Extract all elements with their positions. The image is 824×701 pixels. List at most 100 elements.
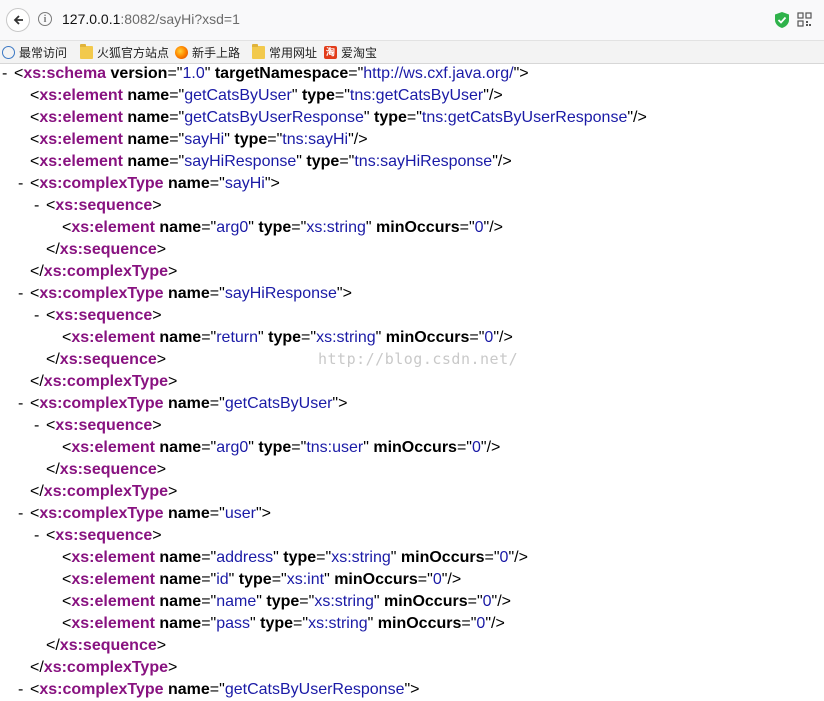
xml-tag-name: xs:element xyxy=(71,593,155,610)
xml-punct: =" xyxy=(299,593,315,610)
collapse-toggle[interactable]: - xyxy=(18,283,23,305)
collapse-toggle[interactable]: - xyxy=(2,63,7,85)
xml-attr-name: minOccurs xyxy=(400,549,485,566)
xml-punct: < xyxy=(46,197,56,214)
xml-attr-name: type xyxy=(268,329,302,346)
xml-punct: < xyxy=(62,329,72,346)
xml-punct: =" xyxy=(201,439,217,456)
firefox-icon xyxy=(175,46,188,59)
bookmark-common-sites[interactable]: 常用网址 xyxy=(252,44,317,61)
xml-attr-name: name xyxy=(159,571,202,588)
xml-attr-value: xs:string xyxy=(308,615,368,632)
xml-attr-value: 0 xyxy=(471,439,481,456)
xml-punct: =" xyxy=(201,219,217,236)
url-bar[interactable]: 127.0.0.1:8082/sayHi?xsd=1 xyxy=(62,11,240,27)
collapse-toggle[interactable]: - xyxy=(34,195,39,217)
collapse-toggle[interactable]: - xyxy=(34,525,39,547)
xml-punct: < xyxy=(30,153,40,170)
xml-attr-name: type xyxy=(283,549,317,566)
xml-punct: " xyxy=(390,549,401,566)
xml-tag-name: xs:complexType xyxy=(43,659,168,676)
xml-punct: > xyxy=(156,637,167,654)
xml-punct: "> xyxy=(264,175,280,192)
xml-attr-value: tns:user xyxy=(306,439,364,456)
xml-tag-name: xs:complexType xyxy=(39,505,164,522)
xml-punct: < xyxy=(46,417,56,434)
xml-punct: =" xyxy=(301,329,317,346)
xml-punct: </ xyxy=(46,461,60,478)
xml-tag-name: xs:schema xyxy=(23,65,107,82)
xml-punct: =" xyxy=(456,439,472,456)
xml-punct: =" xyxy=(467,593,483,610)
xml-punct: < xyxy=(30,109,40,126)
xml-punct: "> xyxy=(404,681,420,698)
xml-punct: =" xyxy=(167,65,183,82)
xml-punct: =" xyxy=(406,109,422,126)
xml-punct: =" xyxy=(201,593,217,610)
collapse-toggle[interactable]: - xyxy=(18,503,23,525)
xml-punct: "/> xyxy=(348,131,368,148)
xml-attr-name: type xyxy=(260,615,294,632)
bookmark-most-visited[interactable]: 最常访问 xyxy=(2,44,67,61)
browser-toolbar: i 127.0.0.1:8082/sayHi?xsd=1 xyxy=(0,0,824,41)
xml-punct: =" xyxy=(293,615,309,632)
xml-attr-value: arg0 xyxy=(216,439,249,456)
xml-punct: "> xyxy=(336,285,352,302)
xml-attr-value: tns:sayHi xyxy=(282,131,349,148)
xml-punct: =" xyxy=(461,615,477,632)
collapse-toggle[interactable]: - xyxy=(18,173,23,195)
xml-punct: =" xyxy=(469,329,485,346)
collapse-toggle[interactable]: - xyxy=(18,679,23,701)
xml-attr-value: return xyxy=(216,329,259,346)
back-button[interactable] xyxy=(6,8,30,32)
collapse-toggle[interactable]: - xyxy=(18,393,23,415)
xml-punct: < xyxy=(62,219,72,236)
xml-tag-name: xs:sequence xyxy=(59,461,157,478)
qr-code-icon[interactable] xyxy=(797,12,812,27)
bookmark-getting-started[interactable]: 新手上路 xyxy=(175,44,240,61)
xml-punct: " xyxy=(248,439,259,456)
xml-punct: =" xyxy=(316,549,332,566)
info-icon[interactable]: i xyxy=(38,12,52,26)
collapse-toggle[interactable]: - xyxy=(34,305,39,327)
xml-punct: < xyxy=(14,65,24,82)
xml-punct: < xyxy=(62,549,72,566)
bookmark-firefox-site[interactable]: 火狐官方站点 xyxy=(80,44,169,61)
shield-icon[interactable] xyxy=(774,11,790,29)
bookmark-taobao[interactable]: 淘 爱淘宝 xyxy=(324,44,377,61)
xml-tag-name: xs:element xyxy=(39,153,123,170)
bookmark-label: 新手上路 xyxy=(192,46,241,60)
xml-attr-value: tns:getCatsByUserResponse xyxy=(421,109,628,126)
xml-punct: < xyxy=(62,571,72,588)
xml-punct: < xyxy=(30,681,40,698)
xml-tag-name: xs:element xyxy=(39,131,123,148)
xml-punct: " xyxy=(256,593,267,610)
xml-punct: " xyxy=(296,153,307,170)
xml-attr-name: name xyxy=(127,87,170,104)
xml-tag-name: xs:sequence xyxy=(59,637,157,654)
xml-attr-value: xs:string xyxy=(316,329,376,346)
xml-punct: " xyxy=(291,87,302,104)
collapse-toggle[interactable]: - xyxy=(34,415,39,437)
bookmark-label: 最常访问 xyxy=(19,46,68,60)
xml-punct: </ xyxy=(46,637,60,654)
xml-tag-name: xs:sequence xyxy=(55,197,153,214)
taobao-icon: 淘 xyxy=(324,46,337,59)
xml-punct: "/> xyxy=(483,87,503,104)
xml-punct: "/> xyxy=(483,219,504,236)
watermark: http://blog.csdn.net/ xyxy=(318,350,519,368)
xml-punct: < xyxy=(62,439,72,456)
xml-tag-name: xs:sequence xyxy=(59,241,157,258)
xml-attr-value: 0 xyxy=(482,593,492,610)
xml-attr-value: tns:getCatsByUser xyxy=(349,87,484,104)
xml-punct: > xyxy=(152,527,162,544)
xml-tag-name: xs:element xyxy=(71,329,155,346)
xml-punct: =" xyxy=(169,109,185,126)
xml-punct: =" xyxy=(209,505,225,522)
xml-punct: "> xyxy=(513,65,529,82)
xml-punct: =" xyxy=(209,395,225,412)
xml-attr-value: xs:string xyxy=(314,593,374,610)
xml-attr-name: minOccurs xyxy=(373,439,457,456)
xml-attr-name: name xyxy=(168,285,210,302)
xml-attr-value: sayHi xyxy=(224,175,265,192)
